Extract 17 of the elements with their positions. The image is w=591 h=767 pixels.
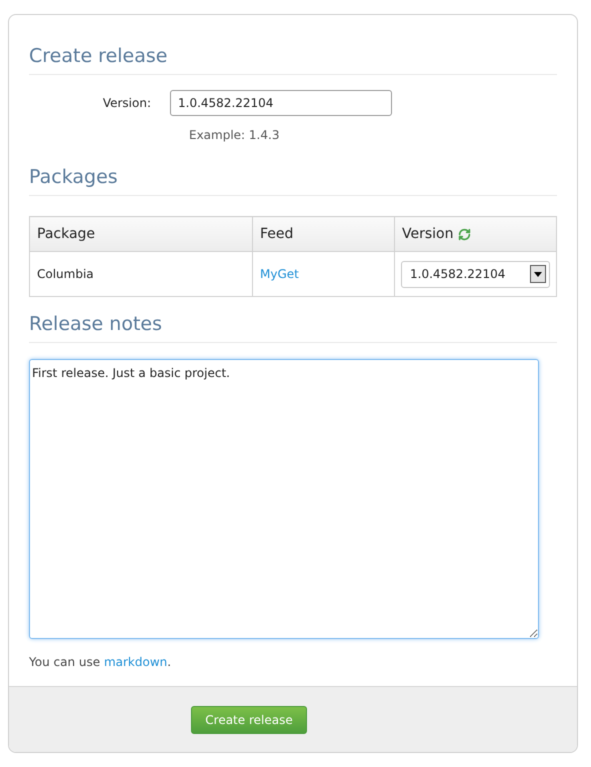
release-notes-field[interactable]: First release. Just a basic project. (29, 359, 539, 639)
markdown-hint: You can use markdown. (29, 654, 172, 671)
column-title: Version (402, 224, 454, 244)
refresh-icon[interactable] (458, 228, 472, 240)
feed-link[interactable]: MyGet (260, 267, 299, 281)
section-heading: Release notes (29, 312, 163, 337)
version-select[interactable]: 1.0.4582.22104 (401, 260, 550, 288)
version-label: Version: (102, 95, 152, 112)
column-title: Feed (260, 224, 294, 244)
markdown-link[interactable]: markdown (104, 655, 168, 669)
column-title: Package (37, 224, 96, 244)
version-hint: Example: 1.4.3 (189, 128, 280, 142)
dropdown-caret-icon (530, 265, 546, 283)
section-heading: Packages (29, 165, 119, 190)
section-heading: Create release (29, 44, 168, 69)
table-cell: Columbia (30, 252, 252, 296)
version-field[interactable]: 1.0.4582.22104 (170, 90, 392, 116)
